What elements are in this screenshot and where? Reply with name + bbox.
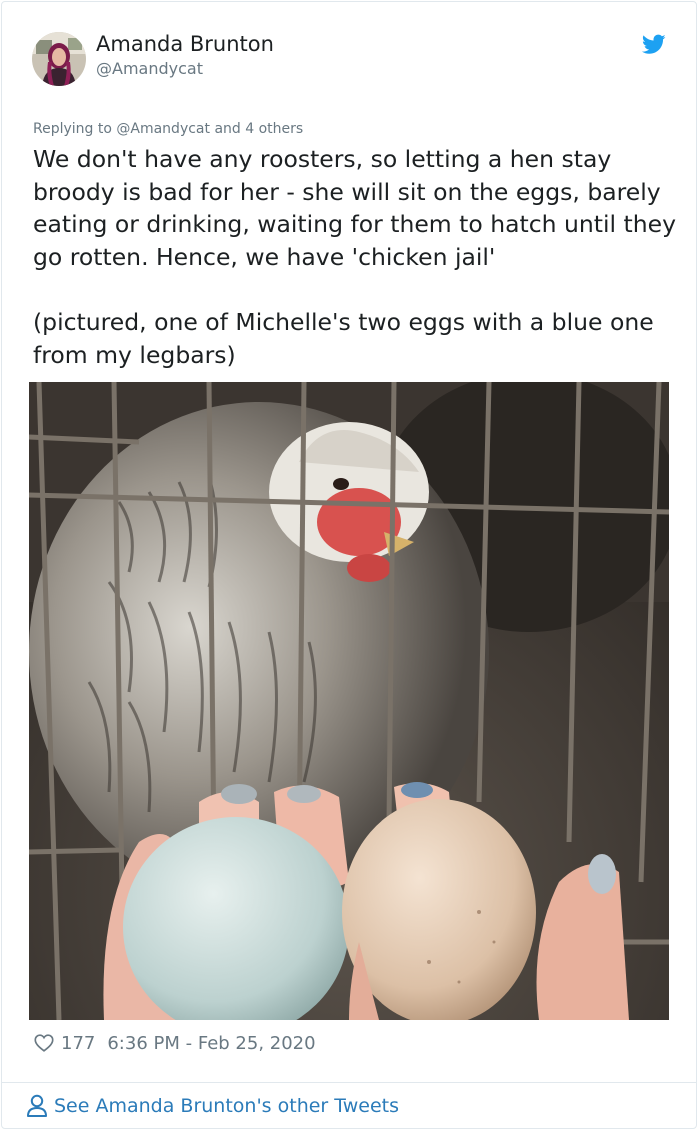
tweet-meta: 177 6:36 PM - Feb 25, 2020: [33, 1032, 316, 1054]
tweet-paragraph: (pictured, one of Michelle's two eggs wi…: [33, 307, 654, 369]
see-other-tweets-link[interactable]: See Amanda Brunton's other Tweets: [26, 1094, 399, 1118]
person-icon: [27, 1094, 47, 1117]
tweet-timestamp[interactable]: 6:36 PM - Feb 25, 2020: [107, 1033, 315, 1054]
heart-icon[interactable]: [33, 1032, 55, 1054]
reply-context: Replying to @Amandycat and 4 others: [33, 121, 303, 137]
reply-suffix[interactable]: and 4 others: [214, 121, 303, 137]
author-display-name[interactable]: Amanda Brunton: [96, 32, 274, 56]
avatar[interactable]: [32, 32, 86, 86]
see-other-tweets-label[interactable]: See Amanda Brunton's other Tweets: [54, 1095, 399, 1117]
author-handle[interactable]: @Amandycat: [96, 59, 203, 78]
like-count[interactable]: 177: [61, 1033, 95, 1054]
twitter-bird-icon[interactable]: [641, 34, 666, 55]
reply-mention-link[interactable]: @Amandycat: [116, 121, 210, 137]
tweet-text: We don't have any roosters, so letting a…: [33, 143, 683, 371]
photo-hen-in-cage-with-eggs: [29, 382, 669, 1020]
avatar-photo-icon: [32, 32, 86, 86]
tweet-paragraph: We don't have any roosters, so letting a…: [33, 145, 677, 271]
reply-prefix: Replying to: [33, 121, 112, 137]
footer-divider: [1, 1082, 697, 1083]
tweet-photo[interactable]: [29, 382, 669, 1020]
